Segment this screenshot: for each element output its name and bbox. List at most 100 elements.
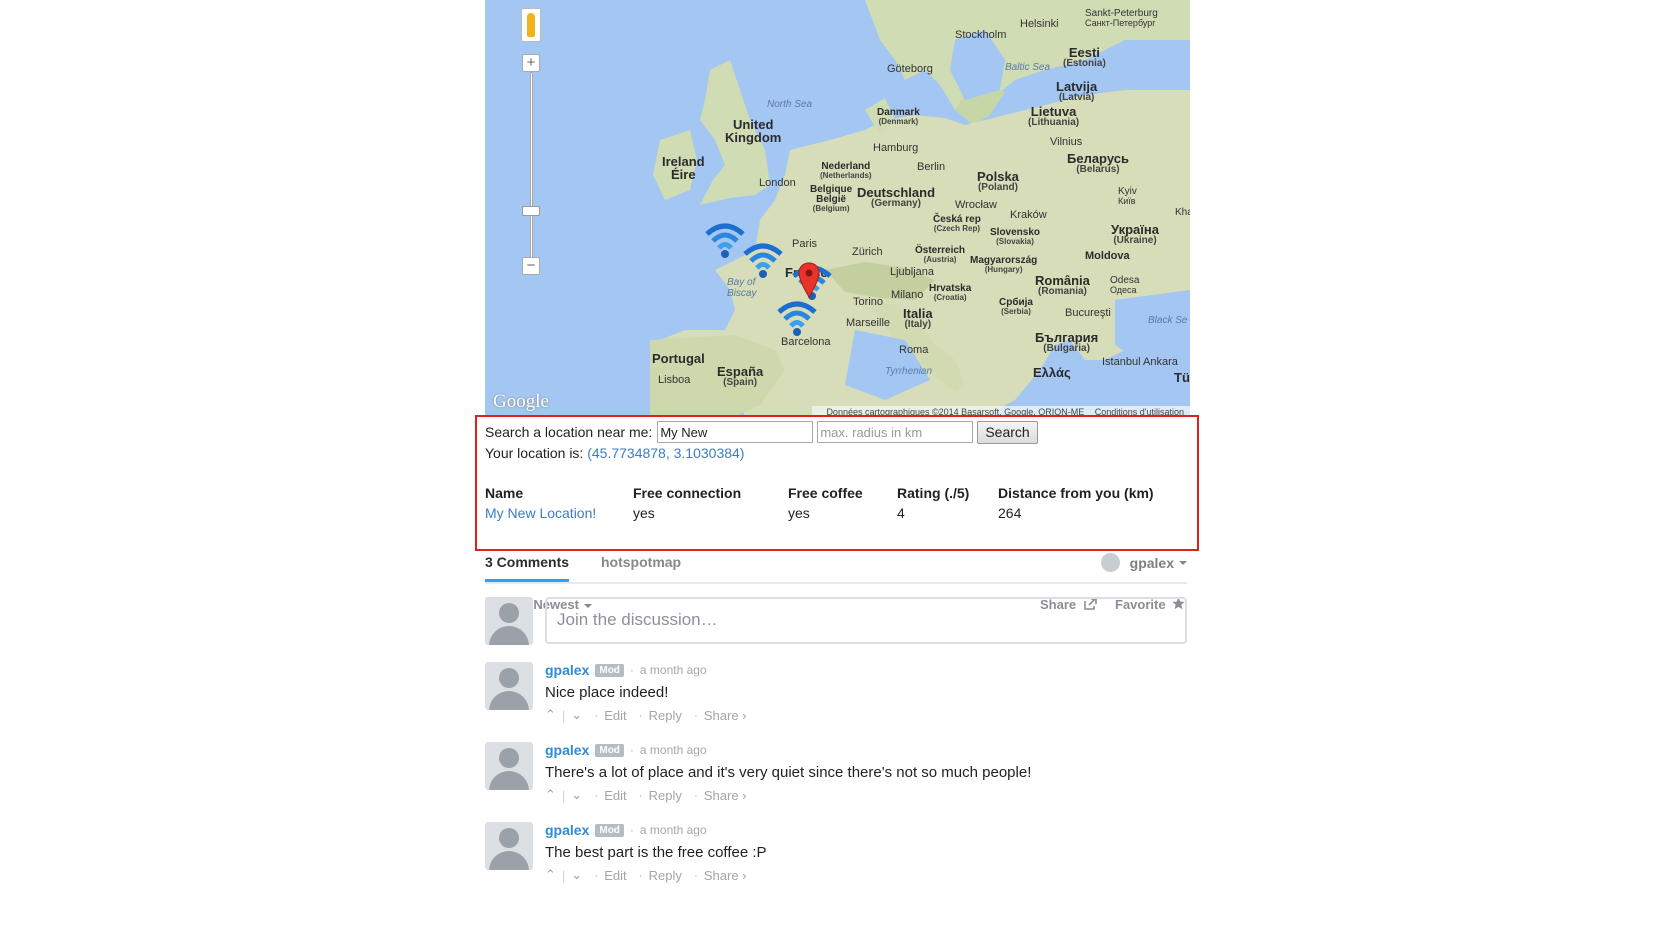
column-header-rating: Rating (./5) xyxy=(897,485,970,501)
map-city-milano: Milano xyxy=(891,289,924,301)
upvote-icon[interactable]: ⌃ xyxy=(545,867,556,883)
separator-dot: · xyxy=(638,788,643,802)
map-city-london: London xyxy=(759,177,796,189)
comment-time[interactable]: a month ago xyxy=(640,743,707,757)
google-logo: Google xyxy=(493,391,549,412)
comment-actions: ⌃ | ⌄ · Edit · Reply · Share › xyxy=(545,707,753,723)
map-city-roma: Roma xyxy=(899,344,929,356)
map-city-barcelona: Barcelona xyxy=(781,336,831,348)
mod-badge: Mod xyxy=(595,743,624,757)
comment-actions: ⌃ | ⌄ · Edit · Reply · Share › xyxy=(545,867,753,883)
map-city-marseille: Marseille xyxy=(846,317,891,329)
separator-dot: · xyxy=(629,823,634,837)
comment-text: Nice place indeed! xyxy=(545,684,669,701)
map-city-helsinki: Helsinki xyxy=(1020,18,1059,30)
map-city-zurich: Zürich xyxy=(852,246,883,258)
comment-time[interactable]: a month ago xyxy=(640,823,707,837)
share-comment-link[interactable]: Share › xyxy=(704,868,747,883)
map-label-ireland: Ireland Éire xyxy=(662,154,705,182)
map[interactable]: North Sea Baltic Sea Bay of Biscay Tyrrh… xyxy=(485,0,1190,416)
wifi-marker-icon[interactable] xyxy=(741,240,785,280)
downvote-icon[interactable]: ⌄ xyxy=(571,787,582,803)
radius-input[interactable] xyxy=(817,421,974,443)
search-label: Search a location near me: xyxy=(485,424,653,440)
reply-link[interactable]: Reply xyxy=(649,868,682,883)
comment-author[interactable]: gpalex xyxy=(545,822,589,838)
separator-dot: · xyxy=(629,663,634,677)
map-label-germany: Deutschland (Germany) xyxy=(857,185,936,209)
search-row: Search a location near me: Search xyxy=(485,420,1038,444)
map-city-lisboa: Lisboa xyxy=(658,374,691,386)
separator-dot: · xyxy=(693,868,698,882)
edit-link[interactable]: Edit xyxy=(604,788,626,803)
comment-item: gpalex Mod · a month ago The best part i… xyxy=(485,822,1187,892)
comments-tabs: 3 Comments hotspotmap gpalex xyxy=(485,552,1187,584)
wifi-marker-icon[interactable] xyxy=(775,298,819,338)
location-input[interactable] xyxy=(657,421,814,443)
map-label-greece: Ελλάς xyxy=(1033,365,1071,380)
share-comment-link[interactable]: Share › xyxy=(704,788,747,803)
comment-time[interactable]: a month ago xyxy=(640,663,707,677)
vote-divider: | xyxy=(561,787,566,803)
tab-comments[interactable]: 3 Comments xyxy=(485,554,570,582)
reply-link[interactable]: Reply xyxy=(649,708,682,723)
share-comment-link[interactable]: Share › xyxy=(704,708,747,723)
zoom-in-button[interactable]: + xyxy=(522,54,540,72)
map-city-istanbul: Istanbul xyxy=(1102,356,1141,368)
upvote-icon[interactable]: ⌃ xyxy=(545,787,556,803)
your-location-coordinates-link[interactable]: (45.7734878, 3.1030384) xyxy=(587,445,744,461)
result-name[interactable]: My New Location! xyxy=(485,505,596,521)
separator-dot: · xyxy=(693,708,698,722)
current-user-avatar-image xyxy=(485,597,533,645)
downvote-icon[interactable]: ⌄ xyxy=(571,707,582,723)
reply-link[interactable]: Reply xyxy=(649,788,682,803)
join-discussion-input[interactable]: Join the discussion… xyxy=(545,597,1187,644)
comment-avatar[interactable] xyxy=(485,742,533,790)
comment-author[interactable]: gpalex xyxy=(545,662,589,678)
mod-badge: Mod xyxy=(595,823,624,837)
comment-avatar[interactable] xyxy=(485,662,533,710)
result-distance: 264 xyxy=(998,505,1022,521)
result-rating: 4 xyxy=(897,505,905,521)
comment-item: gpalex Mod · a month ago There's a lot o… xyxy=(485,742,1187,812)
map-label-italy: Italia (Italy) xyxy=(903,306,933,330)
map-label-black-sea: Black Se xyxy=(1148,315,1188,326)
column-header-name: Name xyxy=(485,485,524,501)
vote-divider: | xyxy=(561,707,566,723)
comment-author[interactable]: gpalex xyxy=(545,742,589,758)
zoom-slider-track[interactable] xyxy=(530,72,533,262)
edit-link[interactable]: Edit xyxy=(604,868,626,883)
chevron-down-icon xyxy=(1179,560,1187,565)
street-view-pegman-icon[interactable] xyxy=(521,8,541,42)
map-label-belarus: Беларусь (Belarus) xyxy=(1067,151,1129,175)
map-label-netherlands: Nederland (Netherlands) xyxy=(820,161,872,180)
map-label-serbia: Србија (Serbia) xyxy=(999,297,1033,316)
map-label-romania: România (Romania) xyxy=(1035,273,1090,297)
map-city-wroclaw: Wrocław xyxy=(955,199,997,211)
map-label-poland: Polska (Poland) xyxy=(977,169,1019,193)
zoom-out-button[interactable]: − xyxy=(522,257,540,275)
your-location-label: Your location is: xyxy=(485,445,584,461)
comment-actions: ⌃ | ⌄ · Edit · Reply · Share › xyxy=(545,787,753,803)
map-label-bulgaria: България (Bulgaria) xyxy=(1035,330,1099,354)
downvote-icon[interactable]: ⌄ xyxy=(571,867,582,883)
search-button[interactable]: Search xyxy=(977,420,1038,444)
column-header-free-connection: Free connection xyxy=(633,485,742,501)
comment-item: gpalex Mod · a month ago Nice place inde… xyxy=(485,662,1187,732)
comment-text: The best part is the free coffee :P xyxy=(545,844,767,861)
result-name-link[interactable]: My New Location! xyxy=(485,505,596,521)
user-avatar-icon xyxy=(1100,553,1120,572)
location-pin-icon[interactable] xyxy=(798,262,820,298)
comment-text: There's a lot of place and it's very qui… xyxy=(545,764,1032,781)
upvote-icon[interactable]: ⌃ xyxy=(545,707,556,723)
comment-avatar[interactable] xyxy=(485,822,533,870)
zoom-slider-handle[interactable] xyxy=(522,206,540,216)
edit-link[interactable]: Edit xyxy=(604,708,626,723)
map-label-baltic-sea: Baltic Sea xyxy=(1005,62,1051,73)
separator-dot: · xyxy=(638,868,643,882)
vote-divider: | xyxy=(561,867,566,883)
tab-community[interactable]: hotspotmap xyxy=(601,554,681,570)
separator-dot: · xyxy=(594,708,599,722)
user-menu[interactable]: gpalex xyxy=(1100,553,1187,572)
map-label-moldova: Moldova xyxy=(1085,250,1130,262)
